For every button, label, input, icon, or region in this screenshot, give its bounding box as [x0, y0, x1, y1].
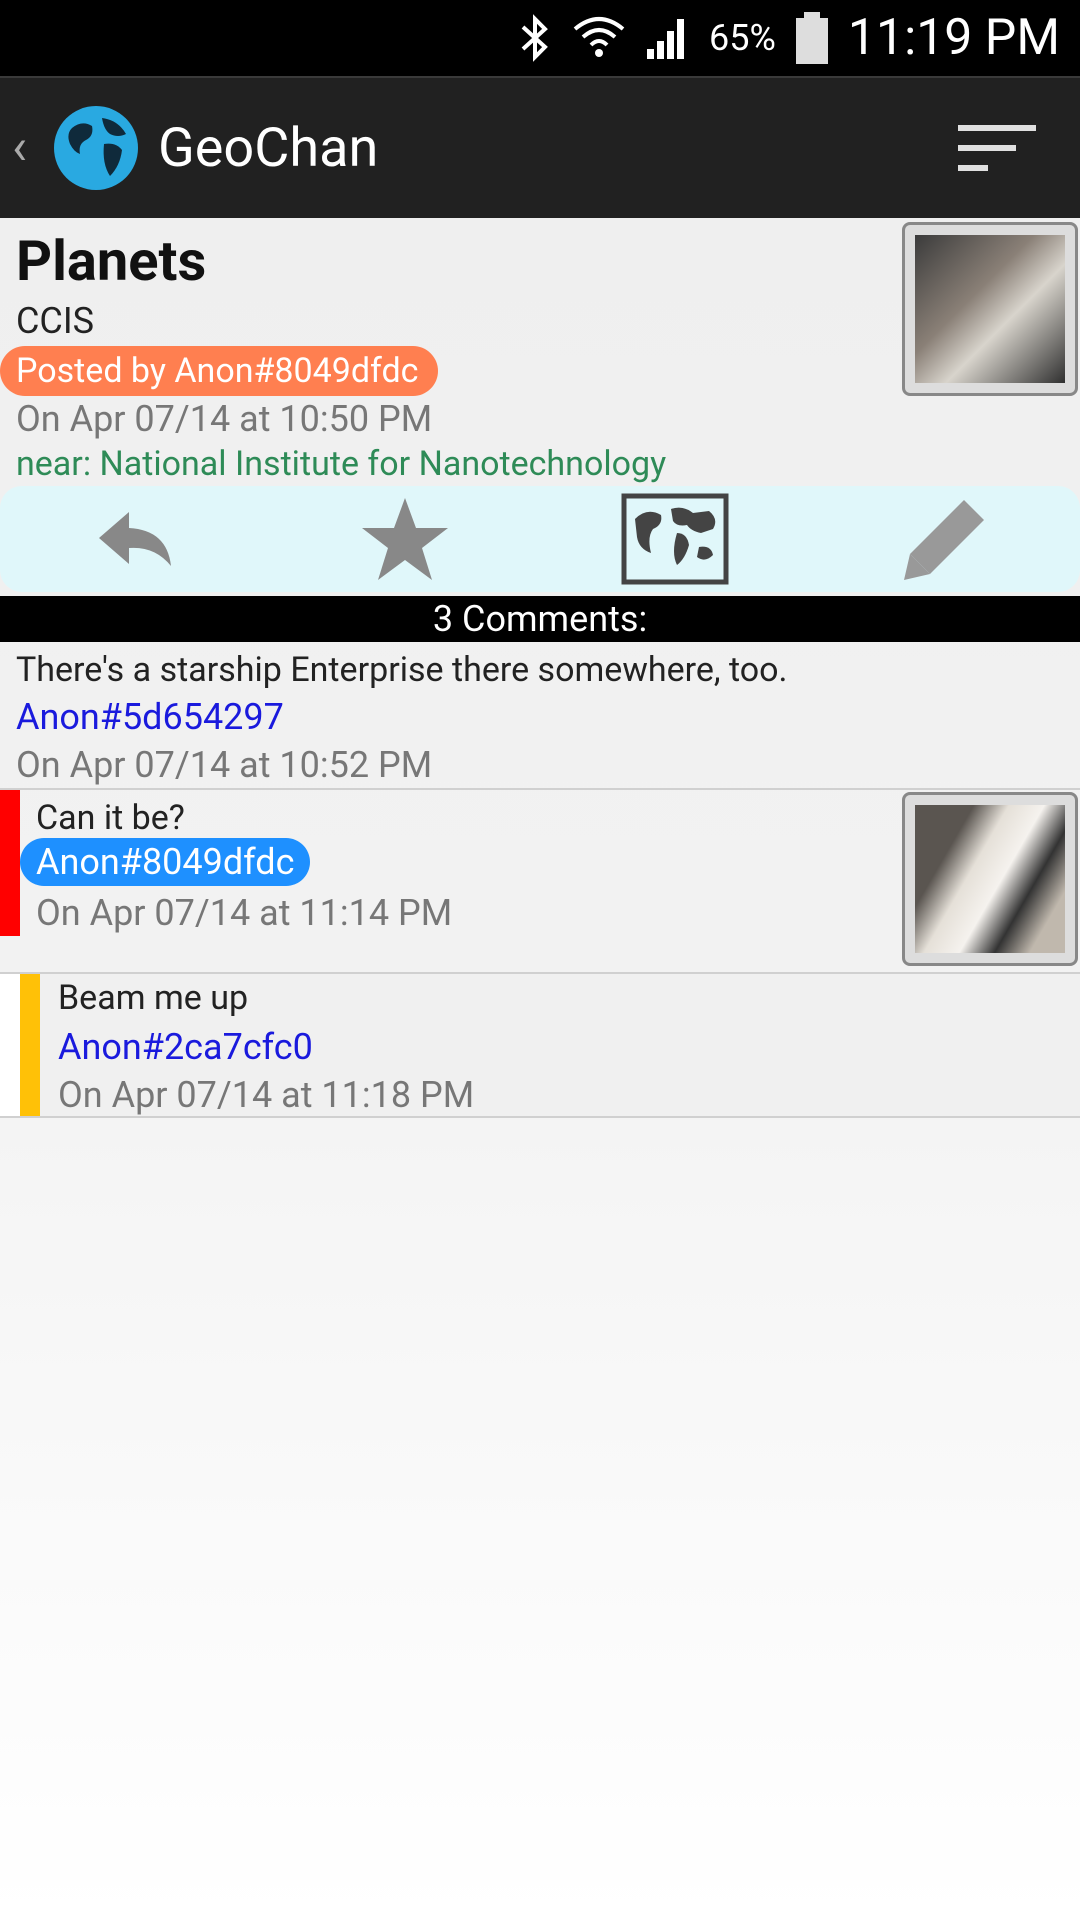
comments-count-header: 3 Comments:	[0, 596, 1080, 642]
app-title: GeoChan	[158, 116, 379, 180]
post-date: On Apr 07/14 at 10:50 PM	[16, 398, 433, 440]
post-near-location[interactable]: near: National Institute for Nanotechnol…	[16, 444, 666, 484]
comment-item[interactable]: Beam me up Anon#2ca7cfc0 On Apr 07/14 at…	[0, 974, 1080, 1118]
world-map-icon	[621, 493, 729, 585]
action-bar: ‹ GeoChan	[0, 76, 1080, 218]
back-chevron-icon[interactable]: ‹	[12, 119, 52, 177]
comment-nesting-gap	[0, 974, 20, 1116]
comment-date: On Apr 07/14 at 10:52 PM	[16, 744, 433, 786]
post-header: Planets CCIS Posted by Anon#8049dfdc On …	[0, 218, 1080, 488]
battery-icon	[795, 12, 828, 64]
comment-thread-indicator	[0, 790, 20, 936]
comment-thumbnail[interactable]	[902, 792, 1078, 966]
post-image	[915, 235, 1065, 383]
comment-author[interactable]: Anon#5d654297	[16, 696, 284, 738]
post-thumbnail[interactable]	[902, 222, 1078, 396]
wifi-icon	[573, 17, 625, 57]
globe-icon[interactable]	[52, 104, 140, 192]
comment-author[interactable]: Anon#2ca7cfc0	[58, 1026, 313, 1068]
clock: 11:19 PM	[847, 9, 1060, 67]
comment-image	[915, 805, 1065, 953]
map-button[interactable]	[615, 489, 735, 589]
comment-item[interactable]: Can it be? Anon#8049dfdc On Apr 07/14 at…	[0, 790, 1080, 974]
post-location-tag: CCIS	[16, 300, 95, 342]
post-title: Planets	[16, 228, 207, 294]
comment-text: There's a starship Enterprise there some…	[16, 650, 788, 690]
star-icon	[362, 498, 448, 580]
post-toolbar	[0, 486, 1080, 592]
post-byline[interactable]: Posted by Anon#8049dfdc	[0, 346, 439, 396]
signal-icon	[647, 19, 685, 59]
comment-item[interactable]: There's a starship Enterprise there some…	[0, 642, 1080, 790]
comment-text: Beam me up	[58, 978, 249, 1018]
comment-author[interactable]: Anon#8049dfdc	[20, 838, 311, 886]
comment-text: Can it be?	[36, 798, 185, 838]
comment-thread-indicator	[20, 974, 40, 1116]
edit-button[interactable]	[885, 489, 1005, 589]
reply-icon	[99, 512, 171, 566]
battery-percent: 65%	[709, 17, 776, 59]
pencil-icon	[904, 500, 984, 580]
comment-date: On Apr 07/14 at 11:18 PM	[58, 1074, 475, 1116]
status-bar: 65% 11:19 PM	[0, 0, 1080, 76]
comment-date: On Apr 07/14 at 11:14 PM	[36, 892, 453, 934]
bluetooth-icon	[521, 14, 548, 62]
menu-icon[interactable]	[958, 123, 1038, 175]
reply-button[interactable]	[75, 489, 195, 589]
favorite-button[interactable]	[345, 489, 465, 589]
